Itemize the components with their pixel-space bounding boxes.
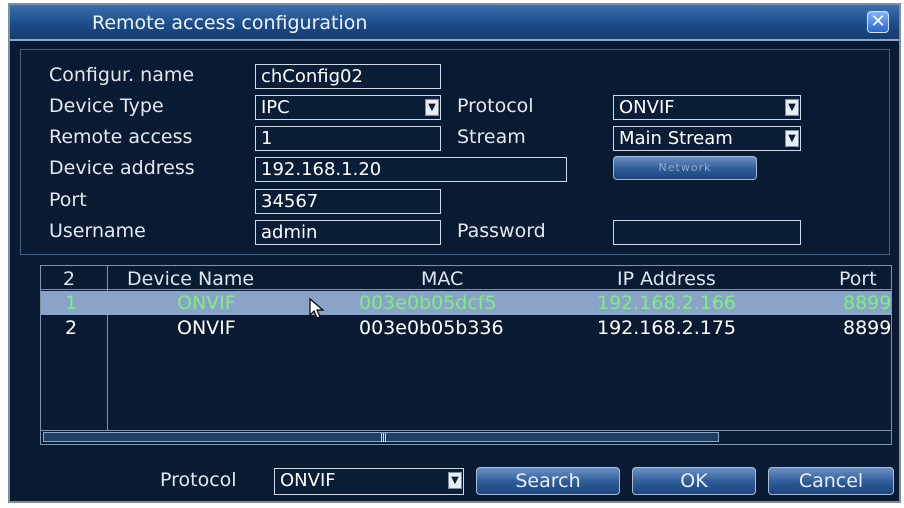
password-input[interactable] xyxy=(613,220,801,245)
close-icon[interactable]: ✕ xyxy=(867,11,889,33)
row-port: 8899 xyxy=(843,292,892,314)
footer-protocol-value: ONVIF xyxy=(280,470,336,491)
stream-value: Main Stream xyxy=(619,128,733,149)
username-input[interactable]: admin xyxy=(255,220,441,245)
network-button[interactable]: Network xyxy=(613,156,757,180)
ok-button[interactable]: OK xyxy=(632,467,756,495)
device-address-value: 192.168.1.20 xyxy=(261,159,382,180)
protocol-label: Protocol xyxy=(457,95,534,117)
config-name-input[interactable]: chConfig02 xyxy=(255,64,441,89)
column-header-port: Port xyxy=(839,268,877,290)
table-header: 2 Device Name MAC IP Address Port xyxy=(41,266,891,290)
port-label: Port xyxy=(49,189,87,211)
dialog-title: Remote access configuration xyxy=(92,12,368,34)
remote-access-dialog: Remote access configuration ✕ Configur. … xyxy=(8,3,901,503)
username-value: admin xyxy=(261,222,318,243)
device-list-table: 2 Device Name MAC IP Address Port 1 ONVI… xyxy=(40,265,892,445)
mouse-pointer-icon xyxy=(309,298,325,319)
scrollbar-thumb[interactable]: ||| xyxy=(43,432,719,443)
remote-access-value: 1 xyxy=(261,128,273,149)
row-port: 8899 xyxy=(843,317,892,339)
dropdown-arrow-icon[interactable]: ▼ xyxy=(448,472,462,489)
horizontal-scrollbar[interactable]: ||| xyxy=(41,430,891,444)
protocol-value: ONVIF xyxy=(619,97,675,118)
row-mac: 003e0b05dcf5 xyxy=(359,292,497,314)
password-label: Password xyxy=(457,220,546,242)
row-mac: 003e0b05b336 xyxy=(359,317,504,339)
table-row[interactable]: 2 ONVIF 003e0b05b336 192.168.2.175 8899 xyxy=(41,316,891,340)
row-index: 1 xyxy=(65,292,78,314)
remote-access-input[interactable]: 1 xyxy=(255,126,441,151)
row-device-name: ONVIF xyxy=(177,292,236,314)
device-address-label: Device address xyxy=(49,157,195,179)
protocol-select[interactable]: ONVIF ▼ xyxy=(613,95,801,120)
config-form: Configur. name chConfig02 Device Type IP… xyxy=(20,49,890,255)
row-ip: 192.168.2.166 xyxy=(597,292,737,314)
device-address-input[interactable]: 192.168.1.20 xyxy=(255,157,567,182)
column-header-ip-address: IP Address xyxy=(617,268,716,290)
stream-label: Stream xyxy=(457,126,526,148)
dropdown-arrow-icon[interactable]: ▼ xyxy=(785,99,799,116)
scrollbar-grip: ||| xyxy=(380,433,387,443)
config-name-value: chConfig02 xyxy=(261,66,363,87)
dropdown-arrow-icon[interactable]: ▼ xyxy=(425,99,439,116)
row-ip: 192.168.2.175 xyxy=(597,317,737,339)
port-input[interactable]: 34567 xyxy=(255,189,441,214)
footer-protocol-label: Protocol xyxy=(160,469,237,491)
search-button[interactable]: Search xyxy=(476,467,620,495)
row-device-name: ONVIF xyxy=(177,317,236,339)
footer-protocol-select[interactable]: ONVIF ▼ xyxy=(274,468,464,495)
row-index: 2 xyxy=(65,317,78,339)
column-header-count: 2 xyxy=(63,268,76,290)
remote-access-label: Remote access xyxy=(49,126,193,148)
dropdown-arrow-icon[interactable]: ▼ xyxy=(785,130,799,147)
stream-select[interactable]: Main Stream ▼ xyxy=(613,126,801,151)
port-value: 34567 xyxy=(261,191,319,212)
device-type-value: IPC xyxy=(261,97,290,118)
column-header-device-name: Device Name xyxy=(127,268,255,290)
cancel-button[interactable]: Cancel xyxy=(768,467,894,495)
device-type-label: Device Type xyxy=(49,95,164,117)
config-name-label: Configur. name xyxy=(49,64,195,86)
table-row[interactable]: 1 ONVIF 003e0b05dcf5 192.168.2.166 8899 xyxy=(41,291,891,315)
title-bar[interactable]: Remote access configuration ✕ xyxy=(10,5,899,41)
username-label: Username xyxy=(49,220,146,242)
device-type-select[interactable]: IPC ▼ xyxy=(255,95,441,120)
column-header-mac: MAC xyxy=(421,268,464,290)
